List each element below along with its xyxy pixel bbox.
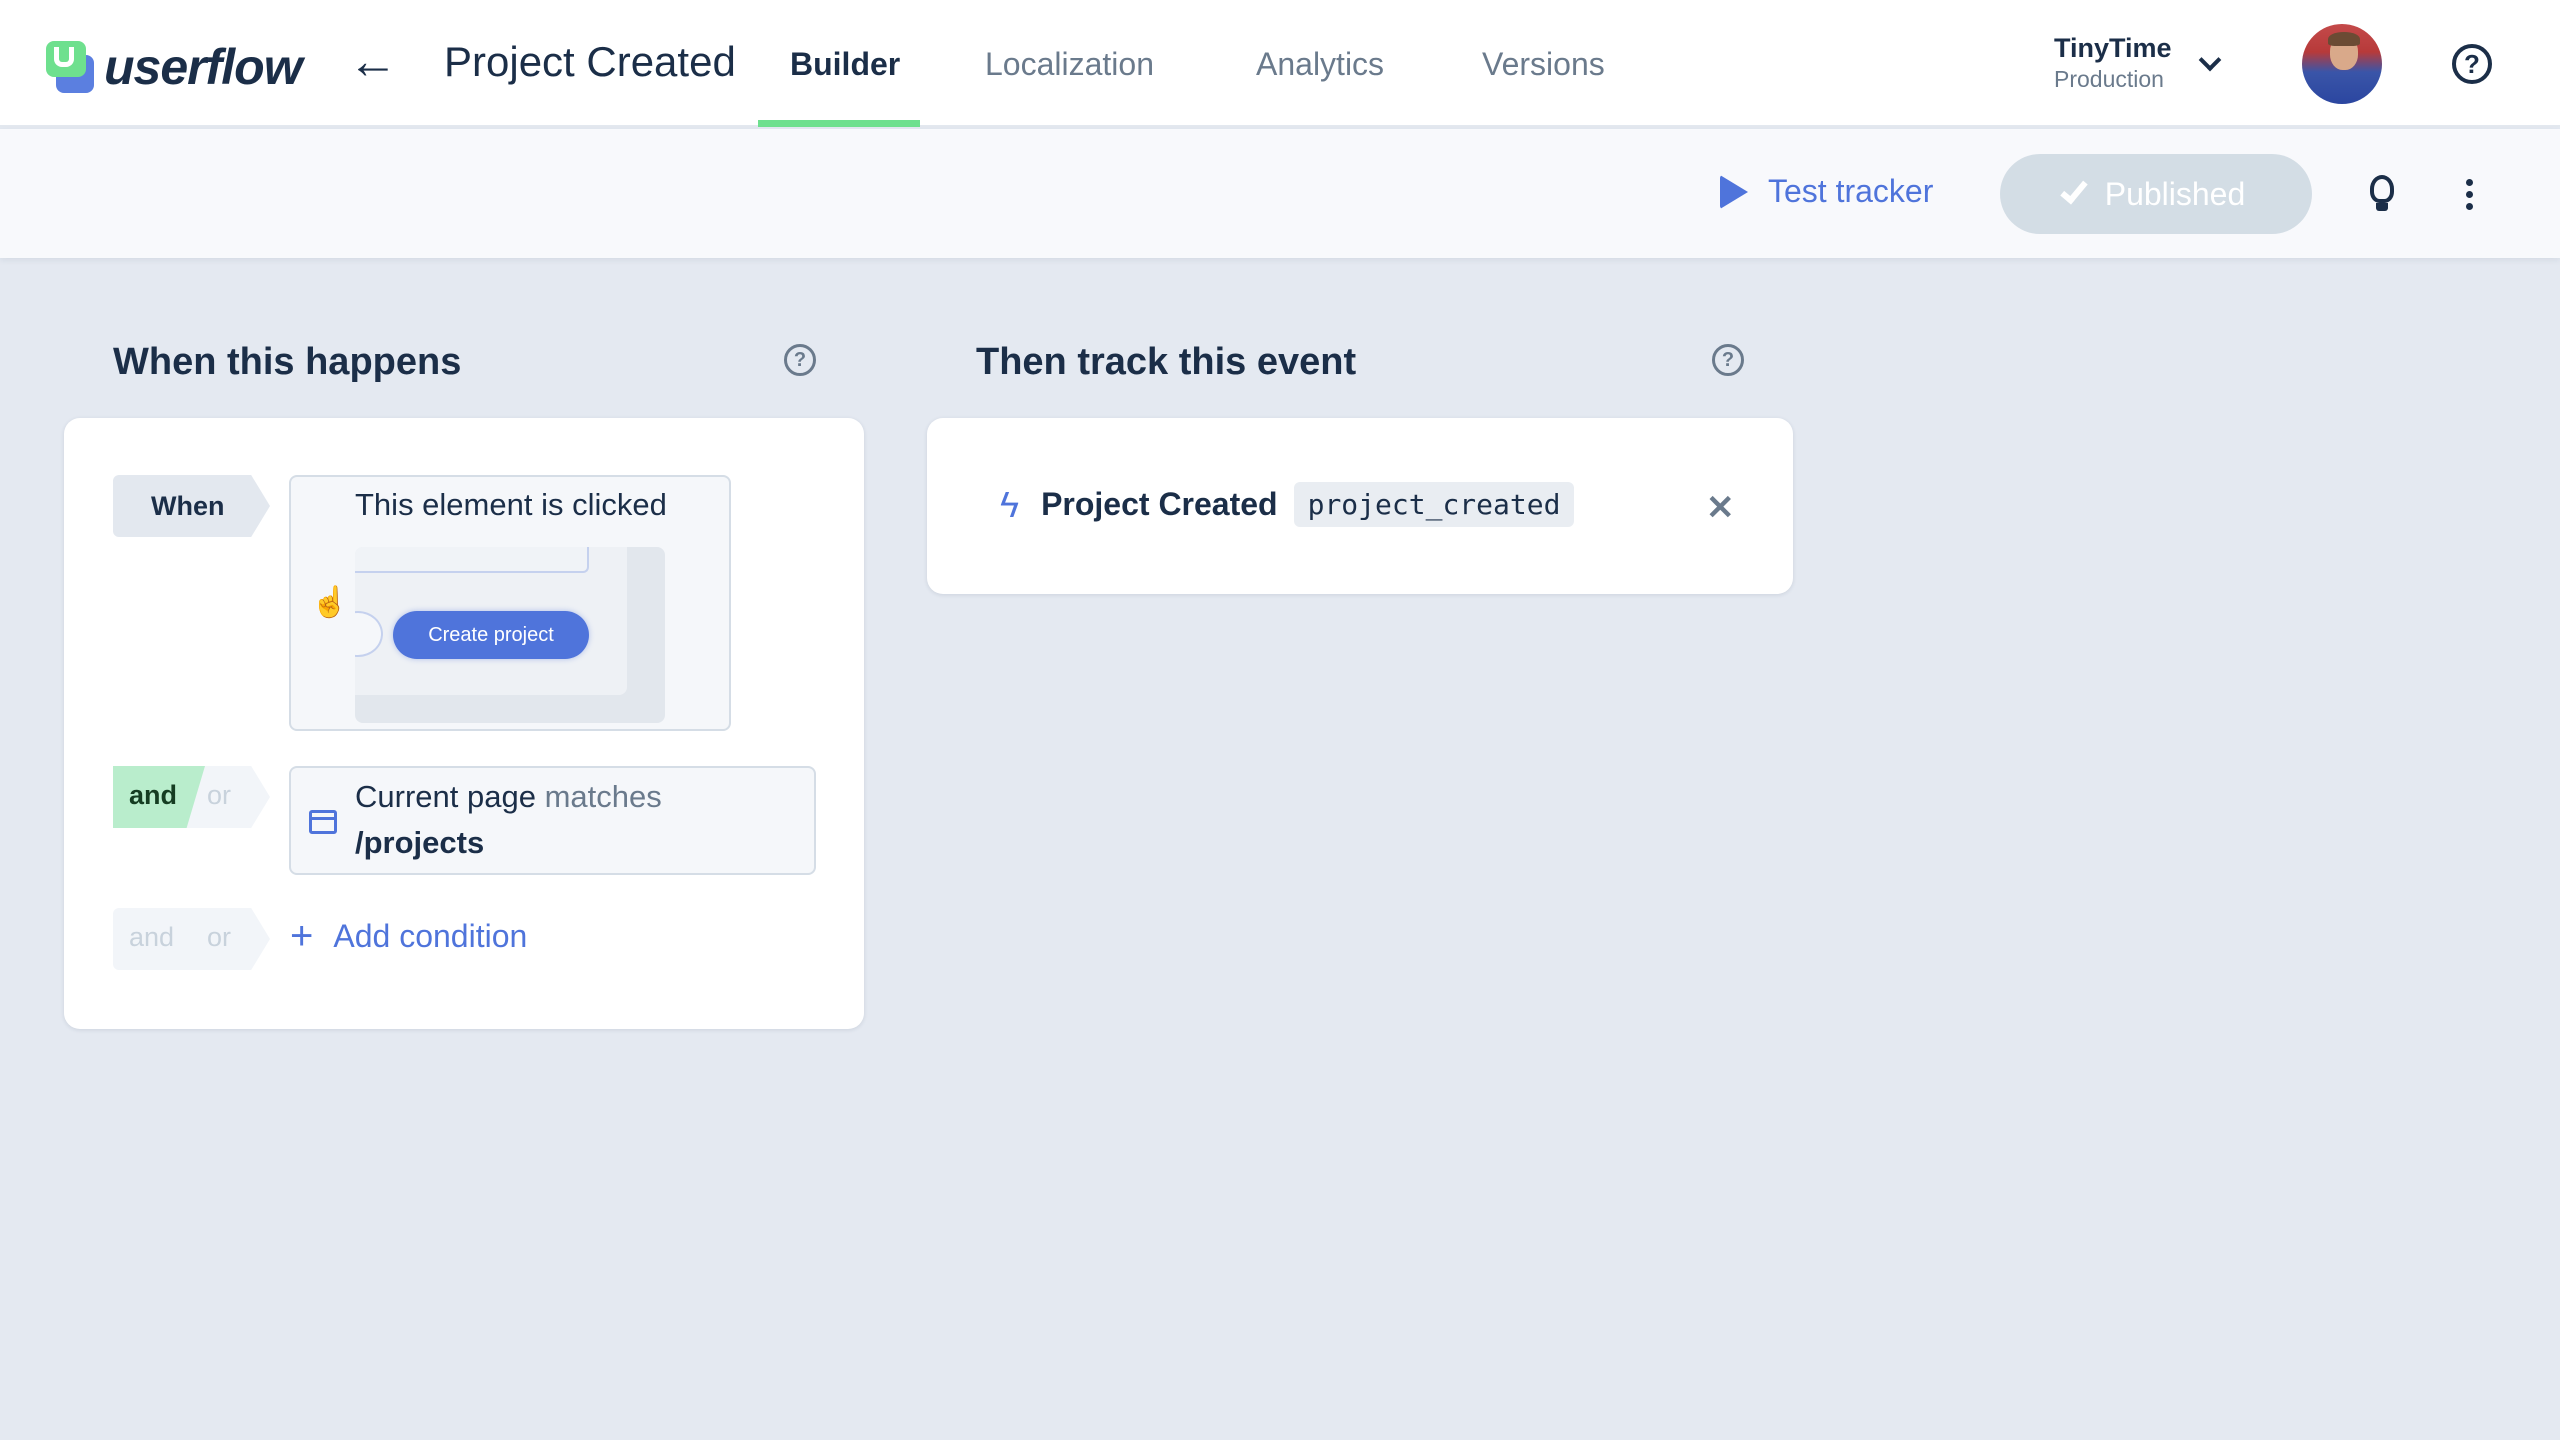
tab-versions[interactable]: Versions (1482, 44, 1605, 84)
test-tracker-label: Test tracker (1768, 173, 1934, 209)
lightning-bolt-icon: ϟ (1000, 483, 1020, 525)
element-clicked-condition[interactable]: This element is clicked ☝ Create project (289, 475, 731, 731)
trigger-help-icon[interactable]: ? (784, 344, 816, 376)
chevron-down-icon[interactable] (2198, 48, 2222, 72)
when-badge: When (113, 475, 270, 537)
tab-localization[interactable]: Localization (985, 44, 1154, 84)
or-option[interactable]: or (207, 780, 231, 811)
plus-icon: + (290, 914, 314, 958)
new-or-option[interactable]: or (207, 922, 231, 953)
event-name: Project Created (1041, 486, 1278, 522)
more-options-icon[interactable] (2466, 179, 2474, 215)
back-arrow-icon[interactable]: ← (348, 36, 398, 86)
brand-name: userflow (104, 39, 303, 95)
event-item[interactable]: ϟ Project Created project_created (1000, 482, 1575, 527)
new-condition-and-or-toggle[interactable]: and or (113, 908, 270, 970)
condition-value: /projects (355, 825, 485, 860)
pointer-hand-icon: ☝ (311, 586, 349, 619)
page-condition[interactable]: Current page matches /projects (289, 766, 816, 875)
condition-operator: matches (544, 779, 662, 814)
event-section-title: Then track this event (976, 341, 1357, 383)
published-button[interactable]: Published (2000, 154, 2312, 234)
top-nav: userflow ← Project Created Builder Local… (0, 0, 2560, 127)
environment-switcher[interactable]: TinyTime Production (2054, 32, 2172, 94)
new-and-option[interactable]: and (129, 922, 174, 953)
builder-toolbar: Test tracker Published (0, 129, 2560, 258)
test-tracker-button[interactable]: Test tracker (1720, 173, 1933, 210)
flow-title[interactable]: Project Created (444, 36, 736, 88)
userflow-logo-icon (46, 41, 96, 93)
event-help-icon[interactable]: ? (1712, 344, 1744, 376)
userflow-logo[interactable]: userflow (46, 38, 303, 96)
tab-builder[interactable]: Builder (790, 44, 900, 84)
add-condition-label: Add condition (333, 917, 528, 954)
lightbulb-base (2376, 203, 2388, 211)
user-avatar[interactable] (2302, 24, 2382, 104)
check-icon (2060, 175, 2088, 205)
play-icon (1720, 174, 1748, 209)
and-or-toggle[interactable]: and or (113, 766, 270, 828)
active-tab-indicator (758, 120, 920, 127)
trigger-section-title: When this happens (113, 341, 462, 383)
published-label: Published (2104, 175, 2246, 212)
tab-analytics[interactable]: Analytics (1256, 44, 1384, 84)
remove-event-icon[interactable]: ✕ (1706, 488, 1735, 528)
environment-stage: Production (2054, 66, 2164, 92)
and-option[interactable]: and (129, 780, 177, 811)
lightbulb-icon[interactable] (2370, 175, 2394, 203)
when-label: When (151, 490, 225, 521)
event-code: project_created (1293, 482, 1575, 527)
environment-name: TinyTime (2054, 33, 2172, 63)
element-condition-label: This element is clicked (355, 487, 667, 522)
preview-create-project-button: Create project (393, 611, 589, 659)
add-condition-button[interactable]: + Add condition (290, 916, 527, 956)
help-icon[interactable]: ? (2452, 44, 2492, 84)
browser-window-icon (309, 810, 337, 834)
condition-subject: Current page (355, 779, 536, 814)
element-preview: Create project (355, 547, 665, 723)
